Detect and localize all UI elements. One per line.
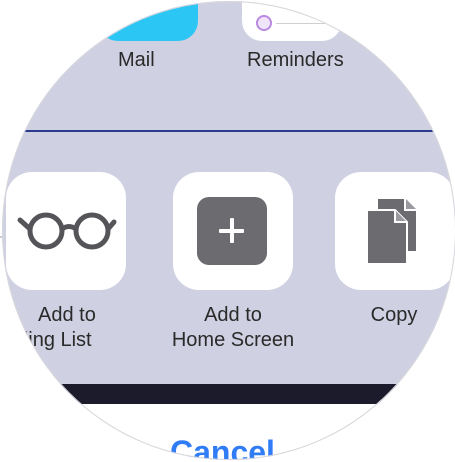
- add-to-reading-list-label: Add to ading List: [6, 303, 166, 353]
- glasses-icon: [17, 212, 117, 250]
- reading-list-line1: Add to: [38, 304, 96, 326]
- mail-app-icon[interactable]: [98, 1, 198, 41]
- sheet-separator-band: [2, 384, 455, 404]
- reading-list-line2: ading List: [6, 329, 92, 351]
- home-screen-line1: Add to: [204, 304, 262, 326]
- cancel-button[interactable]: Cancel: [170, 434, 275, 460]
- reminders-app-label: Reminders: [247, 49, 344, 71]
- add-to-home-screen-label: Add to Home Screen: [148, 303, 318, 353]
- reminders-line: [276, 23, 326, 24]
- cancel-area: Cancel: [2, 404, 455, 460]
- add-to-reading-list-button[interactable]: [6, 172, 126, 290]
- reminders-dot-icon: [256, 15, 272, 31]
- copy-icon: [366, 197, 418, 265]
- reminders-app-icon[interactable]: [242, 1, 342, 41]
- plus-square-icon: [197, 197, 267, 265]
- home-screen-line2: Home Screen: [171, 329, 295, 351]
- copy-button[interactable]: [335, 172, 455, 290]
- magnified-share-sheet: Mail Reminders Add to ading List Add to …: [0, 0, 455, 462]
- mail-app-label: Mail: [118, 49, 155, 71]
- add-to-home-screen-button[interactable]: [173, 172, 293, 290]
- magnifier-lens: Mail Reminders Add to ading List Add to …: [2, 1, 455, 460]
- section-divider: [2, 130, 455, 132]
- copy-label: Copy: [370, 304, 418, 326]
